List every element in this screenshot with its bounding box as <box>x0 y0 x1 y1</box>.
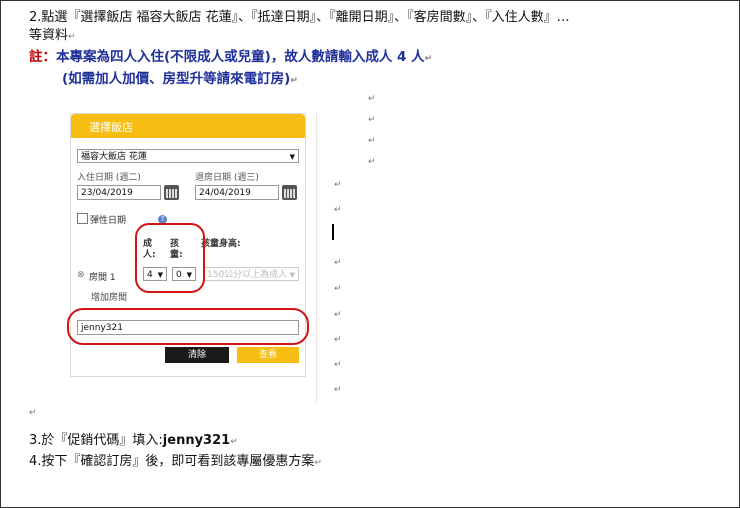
checkin-label: 入住日期 (週二) <box>77 173 141 183</box>
paragraph-mark-icon: ↵ <box>29 408 37 418</box>
guests-highlight <box>135 223 205 293</box>
paragraph-mark-icon: ↵ <box>368 157 376 167</box>
widget-title: 選擇飯店 <box>89 121 133 134</box>
note-line1-text: 本專案為四人入住(不限成人或兒童)，故人數請輸入成人 4 人 <box>56 49 425 65</box>
checkin-date-input[interactable]: 23/04/2019 <box>77 185 161 200</box>
note-line2-text: (如需加人加價、房型升等請來電訂房) <box>62 71 291 87</box>
clear-button[interactable]: 清除 <box>165 347 229 363</box>
promo-highlight <box>67 308 309 345</box>
view-button[interactable]: 查看 <box>237 347 299 363</box>
promo-code-text: jenny321 <box>162 433 231 448</box>
step2-line1-text: 2.點選『選擇飯店 福容大飯店 花蓮』、『抵達日期』、『離開日期』、『客房間數』… <box>29 10 570 25</box>
step3-line: 3.於『促銷代碼』填入:jenny321↵ <box>29 429 238 448</box>
paragraph-mark-icon: ↵ <box>230 437 238 447</box>
step2-line1: 2.點選『選擇飯店 福容大飯店 花蓮』、『抵達日期』、『離開日期』、『客房間數』… <box>29 6 570 25</box>
paragraph-mark-icon: ↵ <box>334 258 342 268</box>
remove-room-icon[interactable]: ⊗ <box>77 270 85 280</box>
calendar-icon[interactable] <box>164 185 179 200</box>
checkout-date-input[interactable]: 24/04/2019 <box>195 185 279 200</box>
step4-text: 4.按下『確認訂房』後，即可看到該專屬優惠方案 <box>29 454 315 469</box>
note-line2: (如需加人加價、房型升等請來電訂房)↵ <box>62 67 298 87</box>
step4-line: 4.按下『確認訂房』後，即可看到該專屬優惠方案↵ <box>29 450 322 469</box>
child-height-label: 孩童身高: <box>201 239 241 249</box>
step2-line2-text: 等資料 <box>29 28 69 43</box>
flex-date-checkbox[interactable] <box>77 213 88 224</box>
hotel-select[interactable]: 福容大飯店 花蓮 ▼ <box>77 149 299 163</box>
child-height-select-value: 150公分以上為成人 <box>207 270 288 280</box>
paragraph-mark-icon: ↵ <box>334 310 342 320</box>
divider-line <box>316 113 317 403</box>
paragraph-mark-icon: ↵ <box>334 360 342 370</box>
child-height-select[interactable]: 150公分以上為成人 ▼ <box>203 267 299 281</box>
paragraph-mark-icon: ↵ <box>424 54 433 64</box>
text-cursor <box>332 224 334 240</box>
paragraph-mark-icon: ↵ <box>290 76 298 86</box>
paragraph-mark-icon: ↵ <box>334 335 342 345</box>
widget-header: 選擇飯店 <box>71 114 305 138</box>
paragraph-mark-icon: ↵ <box>368 115 376 125</box>
step3-text: 3.於『促銷代碼』填入: <box>29 433 163 448</box>
checkout-label: 退房日期 (週三) <box>195 173 259 183</box>
chevron-down-icon: ▼ <box>289 271 295 279</box>
checkin-date-value: 23/04/2019 <box>81 188 133 198</box>
flex-date-label: 彈性日期 <box>90 216 127 226</box>
chevron-down-icon: ▼ <box>289 153 295 161</box>
paragraph-mark-icon: ↵ <box>334 284 342 294</box>
paragraph-mark-icon: ↵ <box>334 205 342 215</box>
checkout-date-value: 24/04/2019 <box>199 188 251 198</box>
add-room-link[interactable]: 增加房間 <box>91 290 127 303</box>
paragraph-mark-icon: ↵ <box>334 180 342 190</box>
note-label: 註： <box>29 49 56 65</box>
paragraph-mark-icon: ↵ <box>314 458 322 468</box>
step2-line2: 等資料↵ <box>29 24 76 43</box>
paragraph-mark-icon: ↵ <box>368 136 376 146</box>
room-label: 房間 1 <box>89 273 116 283</box>
paragraph-mark-icon: ↵ <box>368 94 376 104</box>
note-line1: 註：本專案為四人入住(不限成人或兒童)，故人數請輸入成人 4 人↵ <box>29 45 432 65</box>
paragraph-mark-icon: ↵ <box>334 385 342 395</box>
hotel-select-value: 福容大飯店 花蓮 <box>81 152 147 162</box>
paragraph-mark-icon: ↵ <box>68 32 76 42</box>
calendar-icon[interactable] <box>282 185 297 200</box>
